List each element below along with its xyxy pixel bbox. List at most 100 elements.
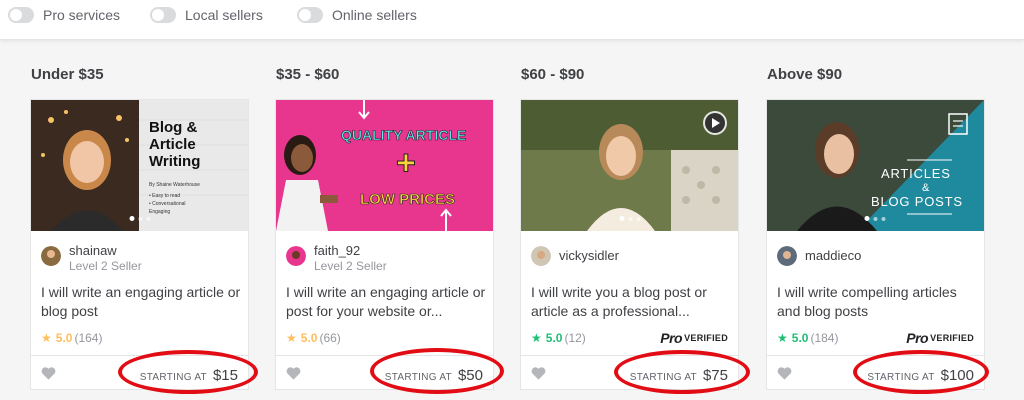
seller-name[interactable]: maddieco	[805, 249, 861, 263]
seller-name[interactable]: vickysidler	[559, 249, 619, 263]
gig-image: QUALITY ARTICLE + LOW PRICES	[276, 100, 493, 231]
gig-title[interactable]: I will write you a blog post or article …	[531, 283, 731, 321]
starting-at-label: STARTING AT	[867, 372, 935, 383]
price: STARTING AT $100	[867, 367, 974, 384]
card-footer: STARTING AT $100	[767, 355, 984, 390]
thumb-text: +	[396, 144, 416, 182]
filter-label: Local sellers	[185, 7, 263, 23]
price-value: $75	[702, 367, 728, 384]
review-count: (66)	[319, 331, 341, 345]
heart-icon[interactable]	[777, 366, 792, 380]
pro-verified-badge: Pro VERIFIED	[906, 330, 974, 346]
rating-score: 5.0	[545, 331, 563, 345]
seller-level: Level 2 Seller	[69, 259, 142, 273]
carousel-dots[interactable]	[619, 216, 640, 221]
rating: ★ 5.0 (66)	[286, 331, 341, 345]
thumb-text: QUALITY ARTICLE	[341, 127, 466, 143]
gig-thumbnail[interactable]: QUALITY ARTICLE + LOW PRICES	[276, 100, 493, 231]
thumb-text: Article	[149, 136, 196, 153]
avatar[interactable]	[286, 246, 306, 266]
thumb-text: • Conversational	[149, 201, 186, 207]
star-icon: ★	[777, 331, 788, 345]
gig-card[interactable]: ARTICLES & BLOG POSTS maddieco I will wr…	[766, 99, 985, 390]
thumb-text: &	[922, 182, 930, 194]
price-value: $100	[940, 367, 974, 384]
gig-image: ARTICLES & BLOG POSTS	[767, 100, 984, 231]
thumb-text: ARTICLES	[881, 166, 951, 181]
seller-level: Level 2 Seller	[314, 259, 387, 273]
rating: ★ 5.0 (184)	[777, 331, 838, 345]
thumb-text: LOW PRICES	[360, 191, 455, 208]
starting-at-label: STARTING AT	[384, 372, 452, 383]
seller-name[interactable]: shainaw	[69, 244, 142, 258]
seller-info: shainaw Level 2 Seller	[41, 244, 142, 273]
rating-score: 5.0	[55, 331, 73, 345]
thumb-text: Blog &	[149, 119, 197, 136]
gig-thumbnail[interactable]	[521, 100, 738, 231]
gig-thumbnail[interactable]: ARTICLES & BLOG POSTS	[767, 100, 984, 231]
rating-score: 5.0	[300, 331, 318, 345]
thumb-text: By Shaine Waterhouse	[149, 182, 200, 188]
thumb-text: Writing	[149, 153, 200, 170]
toggle-switch[interactable]	[150, 7, 176, 23]
price-value: $50	[457, 367, 483, 384]
gig-title[interactable]: I will write compelling articles and blo…	[777, 283, 977, 321]
avatar[interactable]	[531, 246, 551, 266]
star-icon: ★	[41, 331, 52, 345]
gig-card[interactable]: vickysidler I will write you a blog post…	[520, 99, 739, 390]
column-title-under-35: Under $35	[31, 66, 104, 83]
star-icon: ★	[531, 331, 542, 345]
heart-icon[interactable]	[286, 366, 301, 380]
avatar[interactable]	[777, 246, 797, 266]
thumb-text: BLOG POSTS	[871, 194, 963, 209]
price: STARTING AT $15	[140, 367, 238, 384]
price-value: $15	[212, 367, 238, 384]
seller-name[interactable]: faith_92	[314, 244, 387, 258]
gig-card[interactable]: Blog & Article Writing By Shaine Waterho…	[30, 99, 249, 390]
review-count: (184)	[810, 331, 839, 345]
card-footer: STARTING AT $15	[31, 355, 248, 390]
verified-label: VERIFIED	[930, 333, 974, 343]
gig-card[interactable]: QUALITY ARTICLE + LOW PRICES faith_92 Le…	[275, 99, 494, 390]
gig-title[interactable]: I will write an engaging article or post…	[286, 283, 486, 321]
rating: ★ 5.0 (164)	[41, 331, 102, 345]
filter-online-sellers[interactable]: Online sellers	[297, 6, 417, 24]
toggle-switch[interactable]	[297, 7, 323, 23]
verified-label: VERIFIED	[684, 333, 728, 343]
price: STARTING AT $75	[630, 367, 728, 384]
pro-label: Pro	[660, 330, 683, 346]
gig-thumbnail[interactable]: Blog & Article Writing By Shaine Waterho…	[31, 100, 248, 231]
filter-pro-services[interactable]: Pro services	[8, 6, 120, 24]
rating-score: 5.0	[791, 331, 809, 345]
column-title-35-60: $35 - $60	[276, 66, 340, 83]
gig-image: Blog & Article Writing By Shaine Waterho…	[31, 100, 248, 231]
toggle-switch[interactable]	[8, 7, 34, 23]
seller-info: faith_92 Level 2 Seller	[286, 244, 387, 273]
card-footer: STARTING AT $75	[521, 355, 738, 390]
column-title-above-90: Above $90	[767, 66, 843, 83]
gig-title[interactable]: I will write an engaging article or blog…	[41, 283, 241, 321]
carousel-dots[interactable]	[129, 216, 150, 221]
heart-icon[interactable]	[531, 366, 546, 380]
review-count: (164)	[74, 331, 103, 345]
rating: ★ 5.0 (12)	[531, 331, 586, 345]
thumb-text: Engaging	[149, 209, 170, 215]
review-count: (12)	[564, 331, 586, 345]
starting-at-label: STARTING AT	[629, 372, 697, 383]
heart-icon[interactable]	[41, 366, 56, 380]
thumb-text: • Easy to read	[149, 193, 180, 199]
filter-label: Pro services	[43, 7, 121, 23]
starting-at-label: STARTING AT	[139, 372, 207, 383]
price: STARTING AT $50	[385, 367, 483, 384]
star-icon: ★	[286, 331, 297, 345]
pro-verified-badge: Pro VERIFIED	[660, 330, 728, 346]
gig-image	[521, 100, 738, 231]
filter-label: Online sellers	[332, 7, 417, 23]
card-footer: STARTING AT $50	[276, 355, 493, 390]
carousel-dots[interactable]	[864, 216, 886, 221]
column-title-60-90: $60 - $90	[521, 66, 585, 83]
avatar[interactable]	[41, 246, 61, 266]
seller-info: maddieco	[777, 244, 861, 270]
filter-local-sellers[interactable]: Local sellers	[150, 6, 263, 24]
pro-label: Pro	[906, 330, 929, 346]
